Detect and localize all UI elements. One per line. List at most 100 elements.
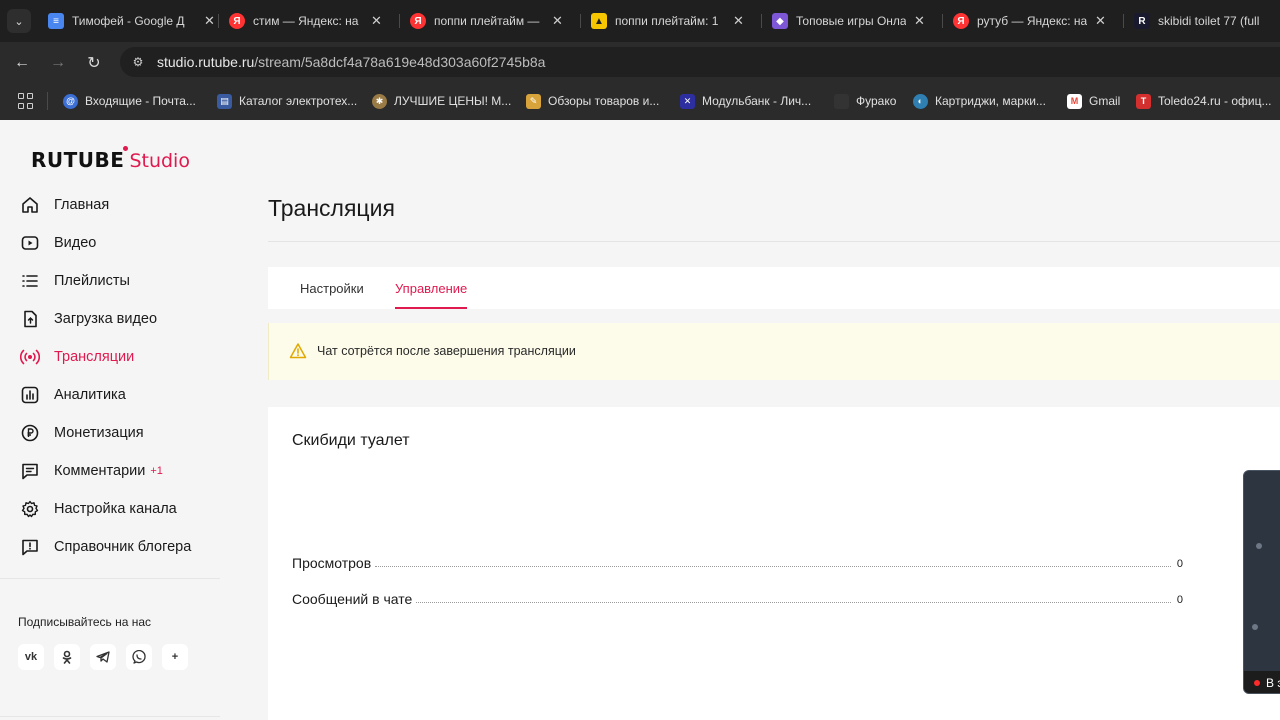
bookmark-item[interactable]: ✱ ЛУЧШИЕ ЦЕНЫ! М... [372, 92, 511, 110]
yandex-icon: Я [410, 13, 426, 29]
browser-toolbar: ← → ↻ ⚙ studio.rutube.ru/stream/5a8dcf4a… [0, 42, 1280, 82]
upload-icon [20, 309, 40, 329]
tab-close-icon[interactable]: ✕ [204, 13, 215, 29]
apps-grid-icon[interactable] [18, 93, 34, 109]
bookmark-label: Каталог электротех... [239, 94, 358, 108]
telegram-icon[interactable] [90, 644, 116, 670]
url-path: /stream/5a8dcf4a78a619e48d303a60f2745b8a [254, 54, 546, 70]
browser-tab[interactable]: ◆ Топовые игры Онла ✕ [772, 6, 942, 36]
tab-search-chevron-icon[interactable]: ⌄ [7, 9, 31, 33]
live-dot-icon [1254, 680, 1260, 686]
bookmark-item[interactable]: @ Входящие - Почта... [63, 92, 196, 110]
mail-icon: @ [63, 93, 78, 109]
leader-dots [375, 566, 1171, 567]
bookmark-label: Модульбанк - Лич... [702, 94, 812, 108]
url-host: studio.rutube.ru [157, 54, 255, 70]
site-settings-icon[interactable]: ⚙ [130, 54, 146, 70]
sidebar-item-handbook[interactable]: Справочник блогера [20, 535, 191, 559]
sidebar-divider [0, 578, 220, 579]
home-icon [20, 195, 40, 215]
tab-title: поппи плейтайм: 1 [615, 14, 719, 28]
stream-title: Скибиди туалет [292, 432, 410, 449]
stat-value: 0 [1176, 558, 1183, 570]
site-icon [834, 93, 849, 109]
vk-icon[interactable]: vk [18, 644, 44, 670]
sidebar-item-video[interactable]: Видео [20, 231, 96, 255]
bookmark-item[interactable]: T Toledo24.ru - офиц... [1136, 92, 1272, 110]
sidebar-item-analytics[interactable]: Аналитика [20, 383, 126, 407]
analytics-icon [20, 385, 40, 405]
sidebar-item-comments[interactable]: Комментарии +1 [20, 459, 163, 483]
browser-tab[interactable]: Я стим — Яндекс: на ✕ [229, 6, 399, 36]
tab-title: Топовые игры Онла [796, 14, 906, 28]
viber-icon[interactable] [126, 644, 152, 670]
sidebar-divider [0, 716, 220, 717]
tab-title: поппи плейтайм — [434, 14, 540, 28]
video-icon [20, 233, 40, 253]
bookmark-label: Gmail [1089, 94, 1121, 108]
browser-tab[interactable]: R skibidi toilet 77 (full [1134, 6, 1280, 36]
forward-arrow-icon[interactable]: → [46, 51, 70, 75]
tab-management[interactable]: Управление [395, 267, 468, 309]
tab-close-icon[interactable]: ✕ [914, 13, 925, 29]
bookmark-item[interactable]: ✕ Модульбанк - Лич... [680, 92, 811, 110]
tab-close-icon[interactable]: ✕ [733, 13, 744, 29]
bookmark-item[interactable]: Фурако [834, 92, 896, 110]
title-divider [268, 241, 1280, 242]
stat-row-chat-messages: Сообщений в чате 0 [292, 589, 1183, 607]
tab-close-icon[interactable]: ✕ [371, 13, 382, 29]
ok-icon[interactable] [54, 644, 80, 670]
tab-title: стим — Яндекс: на [253, 14, 359, 28]
browser-tab[interactable]: ≡ Тимофей - Google Д ✕ [48, 6, 218, 36]
sidebar-item-upload[interactable]: Загрузка видео [20, 307, 157, 331]
browser-tab[interactable]: Я рутуб — Яндекс: на ✕ [953, 6, 1123, 36]
bookmark-item[interactable]: ✎ Обзоры товаров и... [526, 92, 659, 110]
tab-title: рутуб — Яндекс: на [977, 14, 1087, 28]
logo-sub: Studio [129, 150, 190, 172]
sidebar-item-label: Аналитика [54, 387, 126, 403]
back-arrow-icon[interactable]: ← [10, 51, 34, 75]
sidebar-item-label: Плейлисты [54, 273, 130, 289]
browser-tab[interactable]: ▲ поппи плейтайм: 1 ✕ [591, 6, 761, 36]
tab-close-icon[interactable]: ✕ [1095, 13, 1106, 29]
stream-preview[interactable]: В э [1243, 470, 1280, 694]
sidebar-item-label: Комментарии [54, 463, 146, 479]
bookmark-item[interactable]: ▤ Каталог электротех... [217, 92, 357, 110]
stat-row-views: Просмотров 0 [292, 553, 1183, 571]
browser-tab[interactable]: Я поппи плейтайм — ✕ [410, 6, 580, 36]
sidebar-item-home[interactable]: Главная [20, 193, 109, 217]
sparkle-icon[interactable]: + [162, 644, 188, 670]
stat-value: 0 [1176, 594, 1183, 606]
chat-notice-banner: Чат сотрётся после завершения трансляции [268, 323, 1280, 380]
reload-icon[interactable]: ↻ [82, 51, 106, 75]
handbook-icon [20, 537, 40, 557]
browser-tab-bar: ⌄ ≡ Тимофей - Google Д ✕ Я стим — Яндекс… [0, 0, 1280, 42]
tab-settings[interactable]: Настройки [300, 267, 364, 309]
pencil-icon: ✎ [526, 93, 541, 109]
studio-page: RUTUBE Studio Главная Видео Плейлисты За… [0, 120, 1280, 720]
bookmark-label: Обзоры товаров и... [548, 94, 660, 108]
tab-close-icon[interactable]: ✕ [552, 13, 563, 29]
sidebar-item-channel-settings[interactable]: Настройка канала [20, 497, 177, 521]
live-badge: В э [1244, 671, 1280, 693]
bookmark-item[interactable]: ◐ Картриджи, марки... [913, 92, 1046, 110]
sidebar-item-broadcasts[interactable]: Трансляции [20, 345, 134, 369]
sidebar-item-playlists[interactable]: Плейлисты [20, 269, 130, 293]
stream-info-card: Скибиди туалет Просмотров 0 Сообщений в … [268, 407, 1280, 720]
bookmarks-bar: @ Входящие - Почта... ▤ Каталог электротех… [0, 82, 1280, 120]
sidebar-item-label: Настройка канала [54, 501, 177, 517]
bookmark-item[interactable]: M Gmail [1067, 92, 1120, 110]
game-icon: ◆ [772, 13, 788, 29]
sidebar-item-label: Справочник блогера [54, 539, 192, 555]
rutube-studio-logo[interactable]: RUTUBE Studio [31, 146, 190, 172]
notice-text: Чат сотрётся после завершения трансляции [317, 344, 576, 358]
sidebar-item-label: Главная [54, 197, 110, 213]
tab-title: Тимофей - Google Д [72, 14, 185, 28]
cartridge-icon: ◐ [913, 93, 928, 109]
gear-icon [20, 499, 40, 519]
stat-label: Сообщений в чате [292, 591, 413, 607]
sidebar-item-monetization[interactable]: Монетизация [20, 421, 144, 445]
yandex-icon: Я [229, 13, 245, 29]
address-bar[interactable]: ⚙ studio.rutube.ru/stream/5a8dcf4a78a619… [120, 47, 1280, 77]
url-text[interactable]: studio.rutube.ru/stream/5a8dcf4a78a619e4… [157, 54, 545, 70]
